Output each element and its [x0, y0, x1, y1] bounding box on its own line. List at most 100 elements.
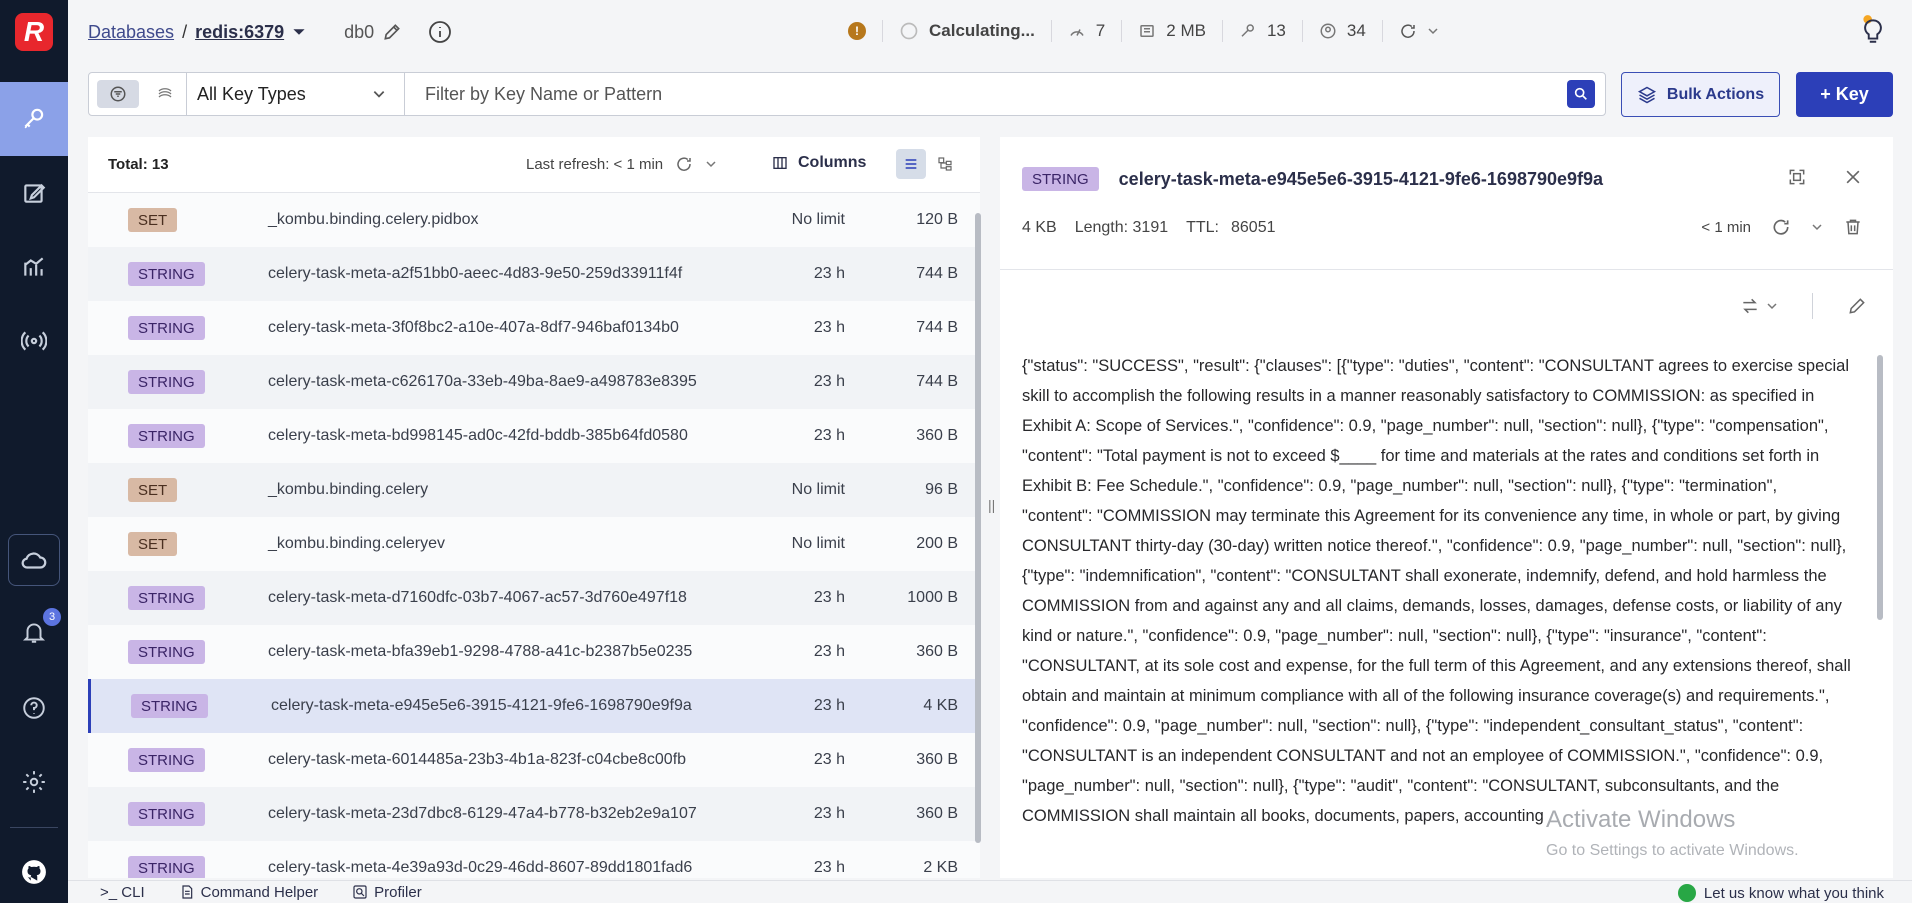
key-row[interactable]: STRING celery-task-meta-bd998145-ad0c-42f… — [88, 409, 980, 463]
key-size: 200 B — [916, 535, 958, 552]
chevron-down-icon — [373, 91, 385, 98]
key-ttl: No limit — [791, 481, 845, 498]
nav-notifications[interactable]: 3 — [0, 604, 68, 660]
caret-down-icon[interactable] — [292, 25, 306, 39]
total-keys: Total: 13 — [108, 156, 169, 173]
add-key-button[interactable]: + Key — [1796, 72, 1893, 117]
detail-window-controls — [1787, 167, 1863, 187]
tree-view-button[interactable] — [930, 149, 960, 179]
key-row[interactable]: STRING celery-task-meta-e945e5e6-3915-412… — [88, 679, 980, 733]
fullscreen-icon[interactable] — [1787, 167, 1807, 187]
breadcrumb: Databases / redis:6379 db0 — [88, 20, 452, 44]
key-row[interactable]: SET _kombu.binding.celery No limit 96 B — [88, 463, 980, 517]
key-ttl: 23 h — [813, 697, 845, 714]
key-size: 360 B — [916, 751, 958, 768]
auto-refresh[interactable] — [1381, 20, 1455, 42]
key-row[interactable]: SET _kombu.binding.celeryev No limit 200 B — [88, 517, 980, 571]
format-selector[interactable] — [1740, 296, 1778, 316]
key-type-tag: STRING — [128, 748, 205, 772]
insights-button[interactable] — [1860, 14, 1886, 49]
key-size: 120 B — [916, 211, 958, 228]
key-type-tag: SET — [128, 532, 178, 556]
key-name: _kombu.binding.celery — [268, 481, 429, 498]
feedback-link[interactable]: Let us know what you think — [1677, 884, 1884, 902]
pencil-icon[interactable] — [1847, 296, 1867, 316]
nav-pubsub[interactable] — [0, 304, 68, 378]
list-view-button[interactable] — [896, 149, 926, 179]
key-ttl: 23 h — [813, 427, 845, 444]
key-name[interactable]: celery-task-meta-e945e5e6-3915-4121-9fe6… — [1119, 169, 1603, 190]
windows-activation-subtitle: Go to Settings to activate Windows. — [1546, 842, 1799, 859]
key-row[interactable]: STRING celery-task-meta-d7160dfc-03b7-406… — [88, 571, 980, 625]
nav-settings[interactable] — [0, 758, 68, 806]
search-icon — [1574, 87, 1587, 100]
nav-cloud[interactable] — [0, 532, 68, 588]
key-search-input[interactable]: Filter by Key Name or Pattern — [405, 73, 1605, 115]
key-row[interactable]: STRING celery-task-meta-a2f51bb0-aeec-4d8… — [88, 247, 980, 301]
key-type-tag: STRING — [128, 370, 205, 394]
chevron-down-icon[interactable] — [1811, 221, 1823, 233]
value-scrollbar[interactable] — [1877, 355, 1883, 620]
key-row[interactable]: SET _kombu.binding.celery.pidbox No limit 1… — [88, 193, 980, 247]
profiler-button[interactable]: Profiler — [352, 884, 422, 901]
key-list-scrollbar[interactable] — [974, 197, 982, 877]
nav-browser[interactable] — [0, 82, 68, 156]
key-row[interactable]: STRING celery-task-meta-3f0f8bc2-a10e-407… — [88, 301, 980, 355]
cpu-stat: Calculating... — [882, 20, 1051, 42]
refresh-icon — [1401, 24, 1415, 38]
trash-icon[interactable] — [1843, 217, 1863, 237]
key-type-tag: STRING — [128, 316, 205, 340]
bulk-actions-label: Bulk Actions — [1666, 85, 1765, 103]
warning-stat[interactable]: ! — [832, 20, 882, 42]
close-icon[interactable] — [1843, 167, 1863, 187]
columns-button[interactable]: Columns — [772, 154, 866, 172]
key-value-text[interactable]: {"status": "SUCCESS", "result": {"clause… — [1022, 351, 1852, 855]
key-row[interactable]: STRING celery-task-meta-6014485a-23b3-4b1… — [88, 733, 980, 787]
key-type-tag: STRING — [131, 694, 208, 718]
key-size: 4 KB — [1022, 219, 1057, 236]
scrollbar-thumb[interactable] — [975, 213, 981, 843]
key-type-select[interactable]: All Key Types — [187, 73, 405, 115]
key-ttl: 23 h — [813, 805, 845, 822]
search-button[interactable] — [1567, 80, 1595, 108]
key-row[interactable]: STRING celery-task-meta-23d7dbc8-6129-47a… — [88, 787, 980, 841]
nav-github[interactable] — [0, 852, 68, 892]
key-size: 744 B — [916, 265, 958, 282]
notification-badge: 3 — [43, 608, 61, 626]
info-icon[interactable] — [428, 20, 452, 44]
lightbulb-icon — [1863, 15, 1882, 43]
database-selector[interactable]: redis:6379 — [195, 22, 284, 43]
pencil-icon[interactable] — [382, 22, 402, 42]
ttl-value[interactable]: 86051 — [1231, 219, 1276, 237]
key-size: 744 B — [916, 319, 958, 336]
pattern-search-toggle[interactable] — [97, 80, 139, 108]
key-size: 2 KB — [923, 859, 958, 876]
cli-label: >_ CLI — [100, 883, 145, 901]
key-row[interactable]: STRING celery-task-meta-4e39a93d-0c29-46d… — [88, 841, 980, 878]
refresh-icon[interactable] — [1771, 217, 1791, 237]
command-helper-label: Command Helper — [200, 883, 319, 901]
command-helper-button[interactable]: Command Helper — [179, 883, 319, 901]
redis-logo[interactable]: R — [0, 0, 68, 64]
broadcast-icon — [21, 331, 47, 351]
panel-resizer[interactable]: || — [988, 497, 995, 517]
key-row[interactable]: STRING celery-task-meta-c626170a-33eb-49b… — [88, 355, 980, 409]
value-toolbar — [1740, 293, 1867, 319]
key-ttl: 23 h — [813, 643, 845, 660]
key-row[interactable]: STRING celery-task-meta-bfa39eb1-9298-478… — [88, 625, 980, 679]
bulk-actions-button[interactable]: Bulk Actions — [1621, 72, 1780, 117]
databases-link[interactable]: Databases — [88, 22, 174, 43]
columns-icon — [773, 157, 787, 169]
db-stats: ! Calculating... 7 2 MB 13 34 — [832, 20, 1455, 42]
chevron-down-icon[interactable] — [705, 158, 717, 170]
nav-analysis[interactable] — [0, 230, 68, 304]
nav-help[interactable] — [0, 684, 68, 732]
layers-icon — [1637, 86, 1656, 103]
key-name: celery-task-meta-bd998145-ad0c-42fd-bddb… — [268, 427, 688, 444]
key-filter-bar: All Key Types Filter by Key Name or Patt… — [88, 72, 1606, 116]
refresh-icon[interactable] — [675, 155, 693, 173]
nav-workbench[interactable] — [0, 156, 68, 230]
key-ttl: 23 h — [813, 265, 845, 282]
cli-button[interactable]: >_ CLI — [100, 884, 145, 901]
vector-search-toggle[interactable] — [145, 80, 187, 108]
